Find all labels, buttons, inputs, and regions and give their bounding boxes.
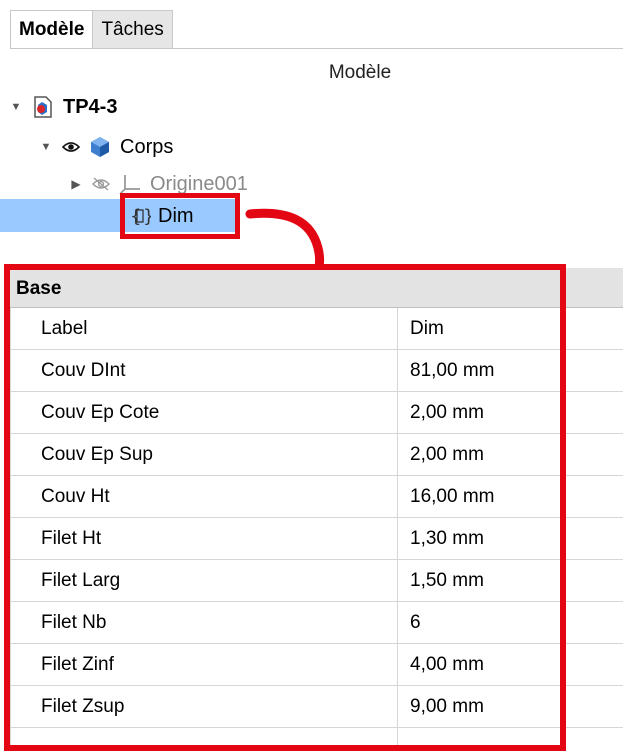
property-row[interactable]: Filet Ht 1,30 mm — [10, 518, 623, 560]
tab-bar: Modèle Tâches — [10, 10, 173, 50]
property-row[interactable]: Filet Zsup 9,00 mm — [10, 686, 623, 728]
property-table: Label Dim Couv DInt 81,00 mm Couv Ep Cot… — [10, 308, 623, 728]
eye-icon[interactable] — [62, 140, 80, 154]
tab-taches[interactable]: Tâches — [92, 10, 173, 48]
property-value[interactable]: 1,30 mm — [410, 528, 484, 550]
property-name: Couv Ep Cote — [41, 402, 160, 423]
body-icon — [89, 136, 111, 158]
property-row[interactable]: Filet Nb 6 — [10, 602, 623, 644]
property-row[interactable]: Label Dim — [10, 308, 623, 350]
property-name: Couv DInt — [41, 360, 126, 381]
property-name: Filet Larg — [41, 570, 121, 591]
tree-item-label: TP4-3 — [63, 95, 118, 118]
property-name: Filet Nb — [41, 612, 107, 633]
tab-modele[interactable]: Modèle — [10, 10, 94, 48]
property-value[interactable]: 16,00 mm — [410, 486, 494, 508]
tree-item-label: Corps — [120, 135, 174, 158]
document-icon — [32, 95, 54, 119]
property-name: Filet Ht — [41, 528, 102, 549]
property-name: Label — [41, 318, 88, 339]
property-value[interactable]: 1,50 mm — [410, 570, 484, 592]
chevron-down-icon[interactable]: ▼ — [40, 141, 52, 153]
property-value[interactable]: Dim — [410, 318, 444, 340]
property-value[interactable]: 2,00 mm — [410, 444, 484, 466]
tab-divider — [10, 48, 623, 49]
highlight-box-dim — [120, 193, 240, 239]
property-row[interactable]: Couv DInt 81,00 mm — [10, 350, 623, 392]
property-value[interactable]: 9,00 mm — [410, 696, 484, 718]
chevron-down-icon[interactable]: ▼ — [10, 101, 22, 113]
property-value[interactable]: 6 — [410, 612, 421, 634]
property-row[interactable]: Couv Ep Cote 2,00 mm — [10, 392, 623, 434]
property-row[interactable]: Couv Ht 16,00 mm — [10, 476, 623, 518]
property-row[interactable]: Couv Ep Sup 2,00 mm — [10, 434, 623, 476]
property-name: Filet Zsup — [41, 696, 125, 717]
eye-hidden-icon[interactable] — [92, 177, 110, 191]
property-row[interactable]: Filet Zinf 4,00 mm — [10, 644, 623, 686]
tree-item-corps[interactable]: ▼ Corps — [40, 132, 174, 162]
property-value[interactable]: 4,00 mm — [410, 654, 484, 676]
property-name: Filet Zinf — [41, 654, 114, 675]
property-value[interactable]: 2,00 mm — [410, 402, 484, 424]
section-title: Base — [16, 278, 62, 299]
property-row[interactable]: Filet Larg 1,50 mm — [10, 560, 623, 602]
tree-item-tp4-3[interactable]: ▼ TP4-3 — [10, 92, 117, 122]
tree-header: Modèle — [328, 62, 392, 83]
property-name: Couv Ht — [41, 486, 110, 507]
chevron-right-icon[interactable]: ▶ — [70, 177, 82, 191]
origin-axes-icon — [119, 173, 141, 195]
property-section-base[interactable]: Base — [10, 268, 623, 308]
property-value[interactable]: 81,00 mm — [410, 360, 494, 382]
property-name: Couv Ep Sup — [41, 444, 153, 465]
